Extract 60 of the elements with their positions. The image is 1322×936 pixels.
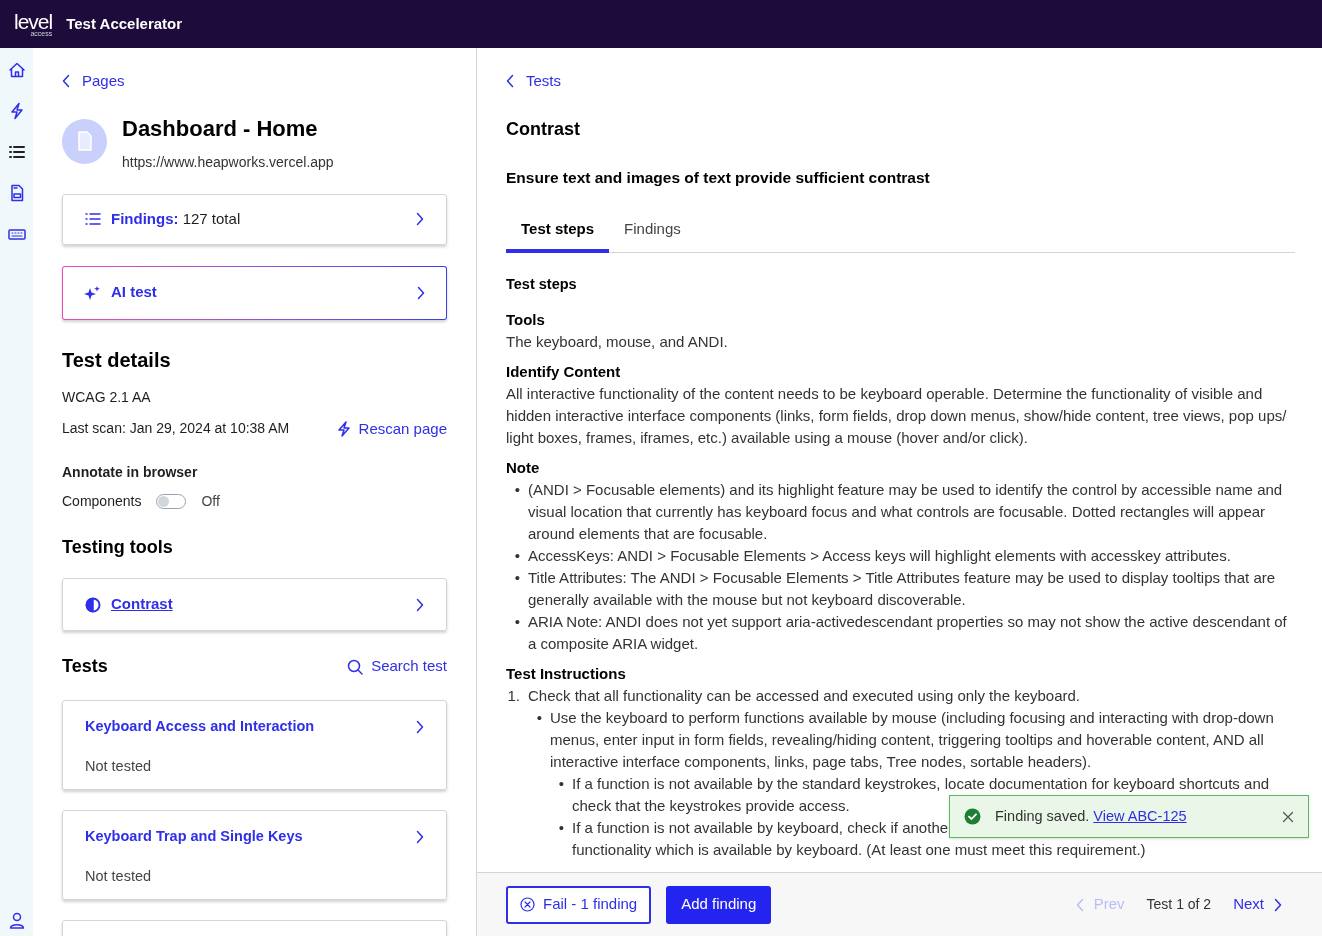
test-card[interactable]: Keyboard Access and Interaction Not tested xyxy=(62,700,447,790)
list-marker: • xyxy=(513,567,521,588)
section-heading: Test details xyxy=(62,347,172,373)
list-item-text: If a function is not available by keyboard, check if anothe xyxy=(572,817,949,838)
last-scan-text: Last scan: Jan 29, 2024 at 10:38 AM xyxy=(62,419,290,439)
tab[interactable]: Findings xyxy=(609,208,696,253)
list-item-text: Use the keyboard to perform functions available by mouse (including focusing and interacting with drop-down menus, enter input in form fields, revealing/hiding content, triggering tooltips and hoverable content, AND all interactive interface components, links, page tabs, Tree nodes, sortable headers). xyxy=(550,707,1275,772)
content-heading: Note xyxy=(506,457,541,478)
list-item-text: (ANDI > Focusable elements) and its highlight feature may be used to identify the control by accessible name and visual location that currently has keyboard focus and what controls are focusable. Dotted rectangles will appear around elements that are focusable. xyxy=(528,479,1284,544)
toast-message: Finding saved. View ABC-125 xyxy=(995,806,1188,826)
ai-test-card[interactable]: AI test xyxy=(62,265,447,320)
search-link[interactable]: Search test xyxy=(347,655,447,678)
list-marker: • xyxy=(513,479,521,500)
content-heading: Identify Content xyxy=(506,361,622,382)
content-heading: Tools xyxy=(506,309,546,330)
tab[interactable]: Test steps xyxy=(506,208,610,253)
app-title: Test Accelerator xyxy=(66,13,183,34)
back-link[interactable]: Pages xyxy=(62,70,125,93)
paragraph: The keyboard, mouse, and ANDI. xyxy=(506,331,729,352)
list-marker: • xyxy=(557,773,565,794)
toast-link[interactable]: View ABC-125 xyxy=(1093,807,1187,824)
toggle-label: Components xyxy=(62,492,142,511)
list-item-text: Check that all functionality can be accessed and executed using only the keyboard. xyxy=(528,685,1081,706)
test-title: Contrast xyxy=(506,117,581,141)
test-status: Not tested xyxy=(85,756,153,776)
test-card[interactable]: Keyboard Trap and Single Keys Not tested xyxy=(62,810,447,900)
rescan-link[interactable]: Rescan page xyxy=(336,417,447,440)
page-title: Dashboard - Home xyxy=(122,114,319,143)
list-marker: • xyxy=(513,611,521,632)
list-item-text: ARIA Note: ANDI does not yet support aria-activedescendant properties so may not show the active descendant of a composite ARIA widget. xyxy=(528,611,1288,654)
test-name: Keyboard Trap and Single Keys xyxy=(85,827,303,846)
tool-card[interactable]: Contrast xyxy=(62,578,447,631)
section-heading: Testing tools xyxy=(62,536,174,559)
list-item-text: Title Attributes: The ANDI > Focusable Elements > Title Attributes feature may be used to display tooltips that are generally available with the mouse but not keyboard discoverable. xyxy=(528,567,1277,610)
findings-card[interactable]: Findings: 127 total xyxy=(62,193,447,245)
add-finding-button[interactable]: Add finding xyxy=(666,885,772,924)
subsection-heading: Annotate in browser xyxy=(62,463,199,482)
section-heading: Tests xyxy=(62,655,108,678)
test-status: Not tested xyxy=(85,866,153,886)
next-button[interactable]: Next xyxy=(1233,893,1282,916)
list-item-text: If a function is not available by the standard keystrokes, locate documentation for keyboard shortcuts and xyxy=(572,773,1270,794)
page-url: https://www.heapworks.vercel.app xyxy=(122,152,334,172)
content-heading: Test Instructions xyxy=(506,663,627,684)
test-subtitle: Ensure text and images of text provide sufficient contrast xyxy=(506,167,931,188)
list-marker: • xyxy=(535,707,543,728)
test-position: Test 1 of 2 xyxy=(1146,895,1212,914)
toggle-state: Off xyxy=(201,492,220,511)
standard-text: WCAG 2.1 AA xyxy=(62,387,152,407)
steps-heading: Test steps xyxy=(506,274,578,294)
list-item-text: check that the keystrokes provide access. xyxy=(572,795,850,816)
list-marker: 1. xyxy=(506,685,521,706)
list-marker: • xyxy=(513,545,521,566)
list-marker: • xyxy=(557,817,565,838)
findings-summary: Findings: 127 total xyxy=(111,208,241,229)
list-item-text: functionality which is available by keyboard. (At least one must meet this requirement.) xyxy=(572,839,1146,860)
test-name: Keyboard Access and Interaction xyxy=(85,717,315,736)
paragraph: All interactive functionality of the content needs to be keyboard operable. Determine the functionality of visible and hidden interactive interface components (links, form fields, drop down menus, show/hide content, tree views, pop ups/ light boxes, frames, iframes, etc.) available using a mouse (hover and/or click). xyxy=(506,383,1288,448)
back-link[interactable]: Tests xyxy=(506,70,561,93)
list-item-text: AccessKeys: ANDI > Focusable Elements > Access keys will highlight elements with accesskey attributes. xyxy=(528,545,1231,566)
fail-button[interactable]: Fail - 1 finding xyxy=(506,885,652,924)
